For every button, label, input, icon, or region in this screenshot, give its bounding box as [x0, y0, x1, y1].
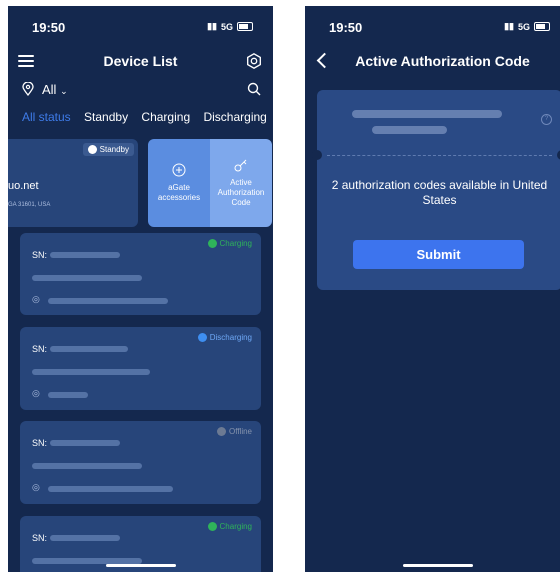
device-card-standby[interactable]: Standby uo.net GA 31601, USA [8, 139, 138, 227]
charging-icon [207, 522, 217, 531]
device-address: GA 31601, USA [8, 202, 51, 208]
authorization-code-card: ? 2 authorization codes available in Uni… [312, 90, 560, 290]
authorization-code-value[interactable] [352, 110, 502, 118]
serial-number-label: SN: [32, 533, 48, 543]
status-badge-label: Discharging [209, 333, 252, 342]
status-bar: 19:50 ▮▮ 5G [305, 6, 560, 46]
active-authorization-code-label: Active Authorization Code [217, 178, 265, 207]
home-indicator[interactable] [105, 564, 176, 567]
status-badge-label: Offline [229, 427, 252, 436]
home-indicator[interactable] [402, 564, 473, 567]
nav-bar: Active Authorization Code [305, 46, 560, 78]
serial-number-label: SN: [32, 344, 48, 354]
swipe-actions: aGate accessories Active Authorization C… [148, 139, 273, 227]
status-badge-label: Charging [219, 239, 252, 248]
discharging-icon [197, 333, 207, 342]
page-title: Active Authorization Code [355, 53, 530, 69]
device-location [48, 298, 168, 304]
nav-bar: Device List [8, 46, 273, 78]
offline-icon [217, 427, 227, 436]
tab-discharging[interactable]: Discharging [203, 110, 266, 124]
serial-number-label: SN: [32, 250, 48, 260]
add-circle-icon [172, 163, 186, 177]
signal-icon: ▮▮ [207, 21, 217, 31]
help-icon[interactable]: ? [541, 114, 552, 125]
filter-bar: All ⌄ [8, 76, 273, 104]
device-card[interactable]: Charging SN: ◎ [20, 233, 261, 315]
battery-icon [534, 22, 550, 31]
page-title: Device List [103, 53, 178, 69]
location-pin-icon: ◎ [32, 388, 40, 398]
active-authorization-code-button[interactable]: Active Authorization Code [210, 139, 272, 227]
authorization-code-screen: 19:50 ▮▮ 5G Active Authorization Code ? … [305, 6, 560, 572]
serial-number-value [50, 252, 120, 258]
device-card[interactable]: Discharging SN: ◎ [20, 327, 261, 410]
status-badge: Charging [203, 520, 257, 533]
key-icon [234, 159, 247, 172]
device-list-screen: 19:50 ▮▮ 5G Device List All ⌄ All status… [8, 6, 273, 572]
device-id [32, 275, 142, 281]
status-badge-label: Standby [99, 145, 129, 154]
status-badge: Discharging [193, 331, 257, 344]
battery-icon [237, 22, 253, 31]
card-notch [312, 150, 322, 160]
gear-icon[interactable] [245, 52, 263, 70]
signal-icon: ▮▮ [504, 21, 514, 31]
status-badge-label: Charging [219, 522, 252, 531]
status-badge: Standby [82, 143, 134, 156]
status-tabs: All status Standby Charging Discharging … [22, 110, 273, 124]
network-label: 5G [220, 21, 233, 32]
authorization-code-value-line2 [372, 126, 447, 134]
status-bar: 19:50 ▮▮ 5G [8, 6, 273, 46]
serial-number-label: SN: [32, 438, 48, 448]
status-badge: Charging [203, 237, 257, 250]
search-icon[interactable] [247, 82, 261, 96]
location-pin-icon: ◎ [32, 294, 40, 304]
device-card[interactable]: Offline SN: ◎ [20, 421, 261, 504]
tab-charging[interactable]: Charging [141, 110, 190, 124]
status-badge: Offline [212, 425, 257, 438]
device-location [48, 392, 88, 398]
serial-number-value [50, 535, 120, 541]
signal-indicator: ▮▮ 5G [207, 21, 253, 32]
serial-number-value [50, 346, 128, 352]
submit-button[interactable]: Submit [353, 240, 524, 269]
status-time: 19:50 [329, 20, 363, 35]
agate-accessories-label: aGate accessories [157, 183, 201, 202]
available-codes-text: 2 authorization codes available in Unite… [331, 178, 548, 207]
signal-indicator: ▮▮ 5G [504, 21, 550, 32]
location-pin-icon [22, 82, 34, 96]
location-dropdown[interactable]: All ⌄ [42, 82, 68, 97]
location-value: All [42, 82, 57, 97]
device-id [32, 369, 150, 375]
serial-number-value [50, 440, 120, 446]
device-name: uo.net [8, 180, 39, 192]
divider [327, 155, 552, 156]
standby-icon [87, 145, 97, 154]
device-location [48, 486, 173, 492]
tab-standby[interactable]: Standby [84, 110, 128, 124]
chevron-down-icon: ⌄ [60, 86, 68, 96]
network-label: 5G [517, 21, 530, 32]
agate-accessories-button[interactable]: aGate accessories [148, 139, 210, 227]
charging-icon [207, 239, 217, 248]
status-time: 19:50 [32, 20, 66, 35]
tab-all-status[interactable]: All status [22, 110, 71, 124]
location-pin-icon: ◎ [32, 482, 40, 492]
device-id [32, 463, 142, 469]
